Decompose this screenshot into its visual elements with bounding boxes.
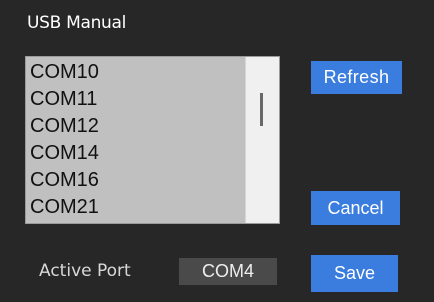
- vertical-scrollbar[interactable]: [245, 57, 279, 223]
- usb-manual-dialog: USB Manual COM10 COM11 COM12 COM14 COM16…: [0, 0, 434, 302]
- cancel-button[interactable]: Cancel: [311, 191, 400, 225]
- list-item[interactable]: COM11: [26, 84, 246, 111]
- list-item[interactable]: COM16: [26, 165, 246, 192]
- active-port-value: COM4: [179, 258, 277, 285]
- dialog-title: USB Manual: [27, 13, 127, 33]
- list-item[interactable]: COM21: [26, 192, 246, 219]
- list-item[interactable]: COM12: [26, 111, 246, 138]
- list-item[interactable]: COM14: [26, 138, 246, 165]
- refresh-button[interactable]: Refresh: [311, 61, 402, 94]
- scrollbar-thumb[interactable]: [260, 93, 263, 126]
- port-listbox[interactable]: COM10 COM11 COM12 COM14 COM16 COM21: [25, 56, 280, 224]
- list-item[interactable]: COM10: [26, 57, 246, 84]
- active-port-label: Active Port: [39, 261, 131, 281]
- save-button[interactable]: Save: [311, 255, 398, 292]
- port-list-items: COM10 COM11 COM12 COM14 COM16 COM21: [26, 57, 246, 223]
